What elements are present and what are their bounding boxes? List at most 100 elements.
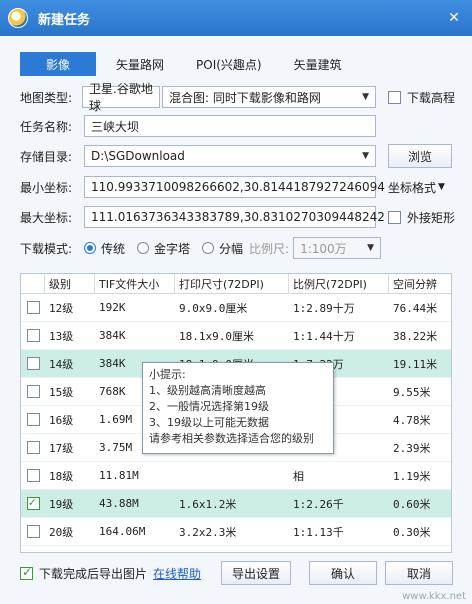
min-coord-value: 110.9933710098266602,30.8144187927246094 — [91, 180, 385, 194]
export-after-download-label: 下载完成后导出图片 — [39, 566, 148, 581]
header-resolution: 空间分辨 — [393, 277, 437, 291]
task-name-label: 任务名称: — [20, 119, 73, 134]
cell-resolution: 2.39米 — [393, 441, 431, 455]
footer-bar: 下载完成后导出图片 在线帮助 导出设置 确认 取消 — [20, 561, 454, 585]
map-type-row: 地图类型: 卫星.谷歌地球 混合图: 同时下载影像和路网 ▼ 下载高程 — [20, 82, 455, 113]
header-scale: 比例尺(72DPI) — [289, 274, 389, 293]
radio-traditional[interactable] — [84, 242, 96, 254]
row-checkbox[interactable] — [26, 469, 40, 482]
cell-resolution: 9.55米 — [393, 385, 431, 399]
tab-poi[interactable]: POI(兴趣点) — [184, 52, 274, 76]
external-rect-checkbox[interactable] — [388, 210, 401, 224]
scale-select[interactable]: 1:100万 ▼ — [293, 237, 382, 259]
cell-level: 20级 — [49, 525, 74, 539]
header-tif-size: TIF文件大小 — [95, 274, 175, 293]
cell-check — [21, 385, 45, 398]
cell-check — [21, 413, 45, 426]
cell-check — [21, 497, 45, 510]
download-elevation-checkbox[interactable] — [388, 90, 401, 104]
cancel-button[interactable]: 取消 — [385, 561, 454, 585]
map-source-value: 卫星.谷歌地球 — [89, 82, 153, 113]
table-row[interactable]: 13级 384K 18.1x9.0厘米 1:1.44十万 38.22米 — [21, 322, 451, 350]
table-row[interactable]: 19级 43.88M 1.6x1.2米 1:2.26千 0.60米 — [21, 490, 451, 518]
cell-level: 14级 — [49, 357, 74, 371]
tab-vector-buildings[interactable]: 矢量建筑 — [282, 52, 354, 76]
storage-label: 存储目录: — [20, 149, 73, 164]
mode-traditional-label: 传统 — [101, 241, 126, 256]
row-checkbox[interactable] — [26, 441, 40, 454]
table-row[interactable]: 21级624.75M6.1x4.4米1:5640.15米 — [21, 546, 451, 552]
max-coord-input[interactable]: 111.0163736343383789,30.8310270309448242 — [84, 206, 385, 228]
header-check — [21, 274, 45, 293]
tab-vector-roads[interactable]: 矢量路网 — [104, 52, 176, 76]
triangle-down-icon: ▼ — [438, 182, 445, 192]
cell-tif-size: 43.88M — [99, 497, 139, 510]
storage-path-value: D:\SGDownload — [91, 149, 185, 163]
cell-scale: 1:2.89十万 — [293, 301, 355, 315]
cell-check — [21, 441, 45, 454]
cell-resolution: 0.60米 — [393, 497, 431, 511]
row-checkbox[interactable] — [26, 329, 40, 342]
cell-print-size: 1.6x1.2米 — [179, 497, 237, 511]
download-elevation-option[interactable]: 下载高程 — [388, 89, 455, 106]
radio-pyramid[interactable] — [137, 242, 150, 254]
radio-tiles[interactable] — [202, 242, 215, 254]
cell-resolution: 4.78米 — [393, 413, 431, 427]
row-checkbox[interactable] — [26, 357, 40, 370]
online-help-link[interactable]: 在线帮助 — [153, 565, 201, 582]
row-checkbox[interactable] — [26, 413, 40, 426]
external-rect-option[interactable]: 外接矩形 — [388, 209, 455, 226]
watermark: www.kkx.net — [402, 591, 466, 602]
export-after-download-checkbox[interactable] — [20, 565, 33, 580]
cell-level: 19级 — [49, 497, 74, 511]
cell-scale: 1:1.13千 — [293, 525, 344, 539]
scale-label: 比例尺: — [249, 241, 290, 256]
cell-scale: 相 — [293, 469, 304, 483]
row-checkbox[interactable] — [26, 301, 40, 314]
app-globe-icon — [8, 8, 28, 28]
table-row[interactable]: 18级 11.81M 相 1.19米 — [21, 462, 451, 490]
browse-button[interactable]: 浏览 — [388, 144, 452, 168]
export-after-download-option[interactable]: 下载完成后导出图片 — [20, 565, 147, 582]
cell-tif-size: 384K — [99, 329, 126, 342]
storage-path-select[interactable]: D:\SGDownload ▼ — [84, 145, 376, 167]
cell-resolution: 19.11米 — [393, 357, 438, 371]
max-coord-label: 最大坐标: — [20, 210, 73, 225]
header-print-size: 打印尺寸(72DPI) — [175, 274, 289, 293]
row-checkbox[interactable] — [26, 497, 40, 510]
ok-button[interactable]: 确认 — [309, 561, 378, 585]
category-tabs: 影像 矢量路网 POI(兴趣点) 矢量建筑 — [20, 52, 354, 76]
min-coord-row: 最小坐标: 110.9933710098266602,30.8144187927… — [20, 176, 445, 198]
mode-traditional[interactable]: 传统 — [84, 240, 125, 257]
chevron-down-icon: ▼ — [367, 243, 375, 253]
table-row[interactable]: 12级 192K 9.0x9.0厘米 1:2.89十万 76.44米 — [21, 294, 451, 322]
tab-imagery[interactable]: 影像 — [20, 52, 96, 76]
row-checkbox[interactable] — [26, 525, 40, 538]
cell-level: 15级 — [49, 385, 74, 399]
cell-level: 16级 — [49, 413, 74, 427]
tooltip-line: 3、19级以上可能无数据 — [149, 416, 269, 429]
mode-tiles[interactable]: 分幅 — [202, 240, 243, 257]
tooltip-line: 1、级别越高清晰度越高 — [149, 384, 266, 397]
cell-resolution: 38.22米 — [393, 329, 438, 343]
task-name-input[interactable]: 三峡大坝 — [84, 115, 376, 137]
export-settings-button[interactable]: 导出设置 — [221, 561, 292, 585]
cell-resolution: 1.19米 — [393, 469, 431, 483]
row-checkbox[interactable] — [26, 385, 40, 398]
coord-format-label: 坐标格式 — [388, 180, 437, 195]
cell-scale: 1:2.26千 — [293, 497, 344, 511]
coord-format-dropdown[interactable]: 坐标格式 ▼ — [388, 179, 445, 196]
max-coord-value: 111.0163736343383789,30.8310270309448242 — [91, 210, 385, 224]
min-coord-input[interactable]: 110.9933710098266602,30.8144187927246094 — [84, 176, 385, 198]
close-icon[interactable]: ✕ — [446, 10, 462, 26]
map-source-select[interactable]: 卫星.谷歌地球 — [82, 82, 160, 113]
table-row[interactable]: 20级 164.06M 3.2x2.3米 1:1.13千 0.30米 — [21, 518, 451, 546]
max-coord-row: 最大坐标: 111.0163736343383789,30.8310270309… — [20, 206, 455, 228]
title-bar: 新建任务 ✕ — [0, 0, 472, 36]
cell-level: 13级 — [49, 329, 74, 343]
mode-pyramid[interactable]: 金字塔 — [137, 240, 190, 257]
map-mode-select[interactable]: 混合图: 同时下载影像和路网 ▼ — [162, 86, 376, 108]
tooltip-line: 请参考相关参数选择适合您的级别 — [149, 432, 314, 445]
cell-level: 18级 — [49, 469, 74, 483]
cell-check — [21, 469, 45, 482]
